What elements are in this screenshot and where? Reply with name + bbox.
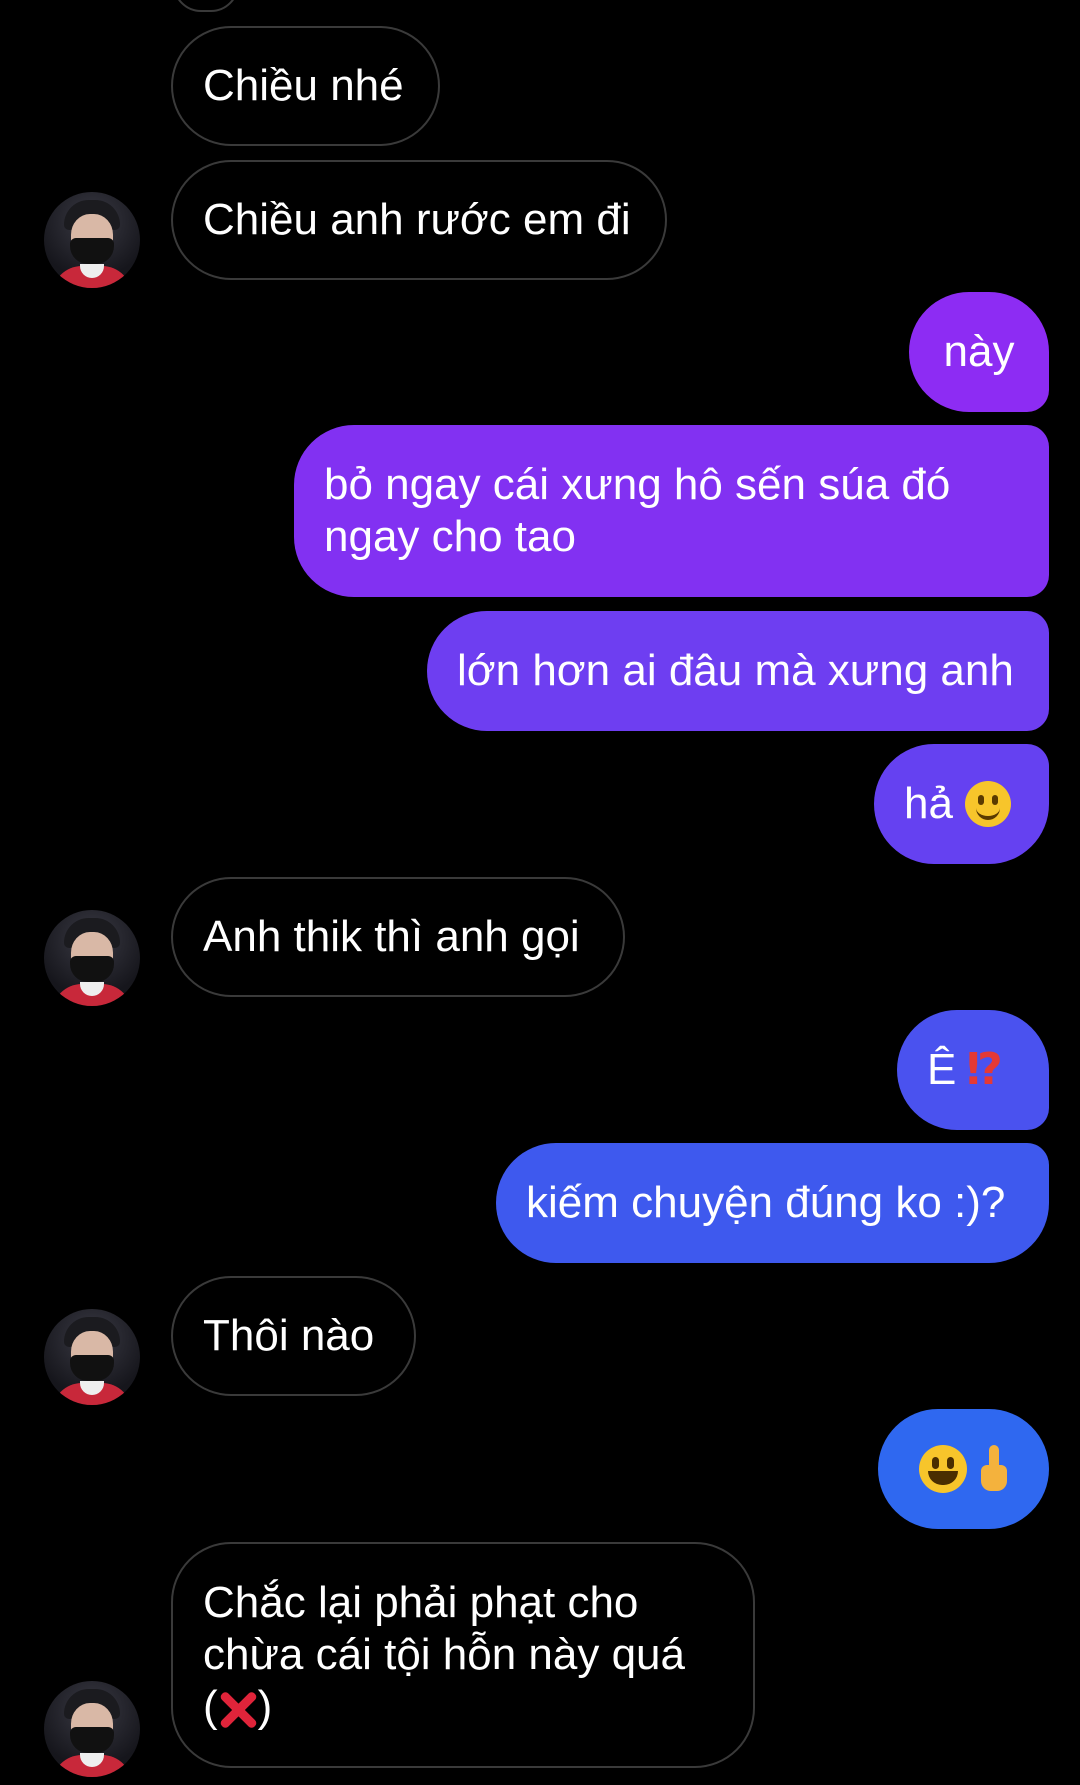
message-text: kiếm chuyện đúng ko :)? (526, 1178, 1006, 1227)
cross-mark-icon (218, 1689, 258, 1729)
outgoing-message[interactable]: kiếm chuyện đúng ko :)? (496, 1143, 1049, 1263)
contact-avatar[interactable] (44, 1309, 140, 1405)
outgoing-message[interactable]: lớn hơn ai đâu mà xưng anh (427, 611, 1049, 731)
outgoing-message[interactable]: này (909, 292, 1049, 412)
message-text: bỏ ngay cái xưng hô sến súa đó ngay cho … (324, 460, 951, 561)
incoming-message[interactable]: Chắc lại phải phạt cho chừa cái tội hỗn … (171, 1542, 755, 1768)
contact-avatar[interactable] (44, 910, 140, 1006)
incoming-message[interactable]: Chiều nhé (171, 26, 440, 146)
grinning-face-icon (918, 1445, 967, 1493)
slightly-smiling-face-icon (964, 781, 1011, 827)
outgoing-message[interactable] (878, 1409, 1049, 1529)
outgoing-message[interactable]: hả (874, 744, 1049, 864)
message-text: Thôi nào (203, 1311, 375, 1360)
message-text: Chiều nhé (203, 61, 404, 110)
previous-message-edge (173, 0, 239, 12)
middle-finger-icon (979, 1445, 1009, 1493)
exclamation-question-icon: ⁉ (966, 1045, 1003, 1094)
message-text: Anh thik thì anh gọi (203, 912, 580, 961)
message-text: lớn hơn ai đâu mà xưng anh (457, 646, 1014, 695)
message-text: Ê (927, 1045, 957, 1094)
chat-thread: Chiều nhé Chiều anh rước em đi này bỏ ng… (0, 0, 1080, 1785)
message-text: Chiều anh rước em đi (203, 195, 631, 244)
message-text: Chắc lại phải phạt cho chừa cái tội hỗn … (203, 1578, 686, 1731)
outgoing-message[interactable]: Ê ⁉ (897, 1010, 1049, 1130)
incoming-message[interactable]: Chiều anh rước em đi (171, 160, 667, 280)
contact-avatar[interactable] (44, 192, 140, 288)
incoming-message[interactable]: Thôi nào (171, 1276, 416, 1396)
contact-avatar[interactable] (44, 1681, 140, 1777)
incoming-message[interactable]: Anh thik thì anh gọi (171, 877, 625, 997)
message-text: này (943, 327, 1015, 376)
message-text: hả (904, 779, 953, 828)
outgoing-message[interactable]: bỏ ngay cái xưng hô sến súa đó ngay cho … (294, 425, 1049, 597)
